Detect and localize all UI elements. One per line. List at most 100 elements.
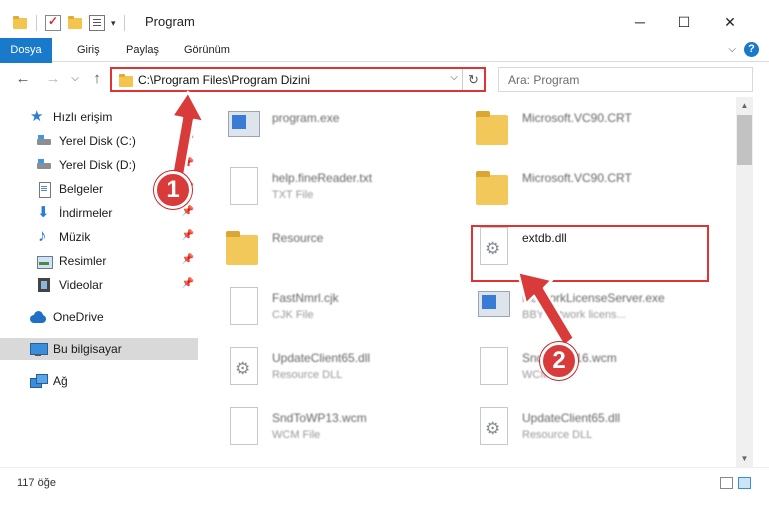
nav-item-label: Bu bilgisayar <box>53 342 122 356</box>
address-path[interactable]: C:\Program Files\Program Dizini <box>138 73 310 87</box>
nav-item-videos[interactable]: Videolar 📌 <box>0 274 200 296</box>
tab-view[interactable]: Görünüm <box>175 38 239 62</box>
file-name: Microsoft.VC90.CRT <box>522 111 632 125</box>
text-file-icon <box>224 165 260 209</box>
file-icon <box>224 405 260 449</box>
refresh-button[interactable]: ↻ <box>462 69 484 90</box>
file-item[interactable]: Microsoft.VC90.CRT <box>450 101 700 157</box>
file-item[interactable]: UpdateClient65.dll Resource DLL <box>200 341 450 397</box>
status-bar: 117 öğe <box>0 467 769 497</box>
quick-access-toolbar: ▾ <box>12 14 127 32</box>
nav-item-label: Resimler <box>59 254 107 268</box>
application-icon <box>224 105 260 149</box>
nav-item-this-pc[interactable]: Bu bilgisayar <box>0 338 198 360</box>
file-type: WCM File <box>272 429 321 441</box>
details-view-icon[interactable] <box>720 477 733 489</box>
folder-icon <box>474 165 510 209</box>
dll-file-icon <box>224 345 260 389</box>
document-icon <box>36 181 52 198</box>
music-icon <box>36 226 52 246</box>
tab-share[interactable]: Paylaş <box>117 38 168 62</box>
search-input[interactable]: Ara: Program <box>498 67 753 92</box>
nav-item-label: OneDrive <box>53 310 104 324</box>
pin-icon[interactable]: 📌 <box>182 206 194 217</box>
divider <box>36 15 37 31</box>
item-count: 117 öğe <box>17 477 56 489</box>
large-icons-view-icon[interactable] <box>738 477 751 489</box>
back-button[interactable]: ← <box>12 69 34 89</box>
chevron-down-icon[interactable]: ⌵ <box>450 72 458 83</box>
picture-icon <box>36 253 53 269</box>
nav-item-label: Ağ <box>53 374 68 388</box>
file-item[interactable]: Microsoft.VC90.CRT <box>450 161 700 217</box>
up-button[interactable]: ↑ <box>86 69 108 89</box>
annotation-arrow-2 <box>516 270 576 348</box>
file-type: CJK File <box>272 309 314 321</box>
chevron-down-icon[interactable]: ▾ <box>111 18 116 29</box>
file-name: help.fineReader.txt <box>272 171 373 185</box>
step-badge-1: 1 <box>154 171 192 209</box>
help-icon[interactable]: ? <box>744 42 759 57</box>
title-bar: ▾ Program ─ ☐ ✕ <box>0 0 769 40</box>
file-type: TXT File <box>272 189 314 201</box>
maximize-button[interactable]: ☐ <box>669 10 699 34</box>
disk-icon <box>36 133 52 149</box>
video-icon <box>36 277 52 293</box>
pin-icon[interactable]: 📌 <box>182 230 194 241</box>
pin-icon[interactable]: 📌 <box>182 254 194 265</box>
nav-item-label: İndirmeler <box>59 206 113 220</box>
file-item[interactable]: FastNmrl.cjk CJK File <box>200 281 450 337</box>
collapse-ribbon-icon[interactable]: ⌵ <box>728 44 736 55</box>
file-icon <box>224 285 260 329</box>
file-item[interactable]: SndToWP13.wcm WCM File <box>200 401 450 457</box>
file-item[interactable]: Resource <box>200 221 450 277</box>
recent-locations-button[interactable]: ⌵ <box>64 69 86 89</box>
nav-item-label: Yerel Disk (D:) <box>59 158 136 172</box>
folder-icon <box>118 73 134 87</box>
vertical-scrollbar[interactable]: ▲ ▼ <box>736 97 753 467</box>
star-icon <box>30 107 46 125</box>
file-list: program.exe Microsoft.VC90.CRT help.fine… <box>200 97 736 467</box>
scroll-down-icon[interactable]: ▼ <box>736 450 753 467</box>
network-icon <box>30 373 48 389</box>
ribbon-tabs: Dosya Giriş Paylaş Görünüm ⌵ ? <box>0 38 769 94</box>
file-item[interactable]: program.exe <box>200 101 450 157</box>
download-icon <box>36 203 52 221</box>
file-name: UpdateClient65.dll <box>272 351 371 365</box>
folder-icon <box>12 15 28 31</box>
nav-item-onedrive[interactable]: OneDrive <box>0 306 200 328</box>
nav-item-network[interactable]: Ağ <box>0 370 200 392</box>
file-name: SndToWP13.wcm <box>272 411 367 425</box>
computer-icon <box>30 341 48 357</box>
file-name: FastNmrl.cjk <box>272 291 339 305</box>
nav-item-label: Belgeler <box>59 182 104 196</box>
disk-icon <box>36 157 52 173</box>
file-type: Resource DLL <box>522 429 593 441</box>
search-placeholder: Ara: Program <box>508 73 580 87</box>
file-name: program.exe <box>272 111 340 125</box>
nav-item-label: Yerel Disk (C:) <box>59 134 136 148</box>
file-item[interactable]: UpdateClient65.dll Resource DLL <box>450 401 700 457</box>
scroll-up-icon[interactable]: ▲ <box>736 97 753 114</box>
cloud-icon <box>30 309 46 325</box>
forward-button[interactable]: → <box>42 69 64 89</box>
new-folder-icon[interactable] <box>67 15 83 31</box>
file-highlight-box <box>471 225 709 282</box>
folder-icon <box>474 105 510 149</box>
minimize-button[interactable]: ─ <box>625 10 655 34</box>
tab-home[interactable]: Giriş <box>68 38 109 62</box>
properties-icon[interactable] <box>89 15 105 31</box>
nav-item-music[interactable]: Müzik 📌 <box>0 226 200 248</box>
nav-item-label: Videolar <box>59 278 103 292</box>
nav-item-pictures[interactable]: Resimler 📌 <box>0 250 200 272</box>
file-item[interactable]: help.fineReader.txt TXT File <box>200 161 450 217</box>
file-name: UpdateClient65.dll <box>522 411 621 425</box>
file-name: Resource <box>272 231 324 245</box>
close-button[interactable]: ✕ <box>715 10 745 34</box>
pin-icon[interactable]: 📌 <box>182 278 194 289</box>
application-icon <box>474 285 510 329</box>
file-type: Resource DLL <box>272 369 343 381</box>
folder-icon <box>224 225 260 269</box>
properties-check-icon[interactable] <box>45 14 61 31</box>
scrollbar-thumb[interactable] <box>737 115 752 165</box>
